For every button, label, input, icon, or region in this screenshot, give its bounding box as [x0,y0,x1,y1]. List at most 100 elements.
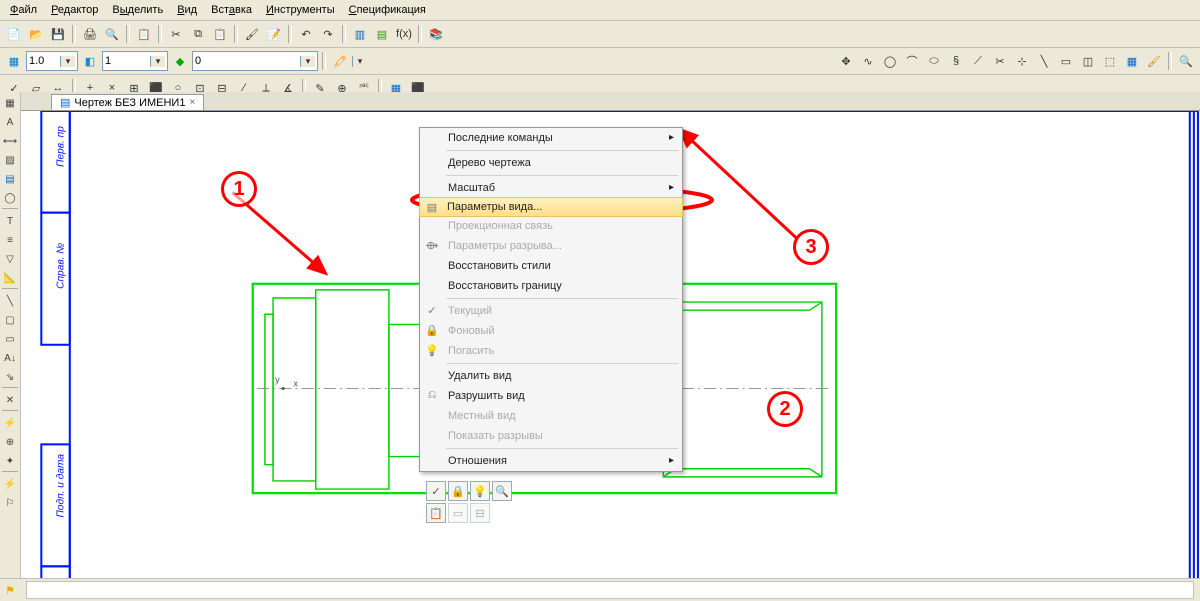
side-label-2: Справ. № [56,243,67,289]
ctx-view-params[interactable]: ▤Параметры вида... [419,197,683,217]
paint-dd[interactable]: ▾ [352,56,367,67]
3d1-icon[interactable]: ◫ [1078,51,1098,71]
lib-button[interactable]: 📚 [426,24,446,44]
ctx-drawing-tree[interactable]: Дерево чертежа [420,153,682,173]
ctx-projection-link: Проекционная связь [420,216,682,236]
zoom-out-icon[interactable]: 🔍 [1176,51,1196,71]
left-toolbar-1: ▦ A ⟷ ▨ ▤ ◯ T ≡ ▽ 📐 ╲ ▢ ▭ A↓ ⇘ ✕ ⚡ ⊕ ✦ ⚡… [0,92,21,579]
vt-grid-icon[interactable]: ▦ [1,94,19,112]
current-icon: ✓ [424,304,440,320]
ctx-relations[interactable]: Отношения [420,451,682,471]
vt-view-icon[interactable]: ◯ [1,189,19,207]
vt-bolt2-icon[interactable]: ⚡ [1,475,19,493]
spline-icon[interactable]: § [946,51,966,71]
vt-flag-icon[interactable]: ⚐ [1,494,19,512]
brush-button[interactable]: 🖌 [242,24,262,44]
vt-line-icon[interactable]: ╲ [1,292,19,310]
menu-spec[interactable]: Спецификация [343,2,432,18]
undo-button[interactable]: ↶ [296,24,316,44]
callout-3: 3 [793,229,829,265]
layer-combo[interactable]: 1▾ [102,51,168,71]
vt-al-icon[interactable]: A↓ [1,349,19,367]
view-combo[interactable]: 0▾ [192,51,318,71]
path-icon[interactable]: ⟋ [968,51,988,71]
zoom-brush-icon[interactable]: 🖌 [1144,51,1164,71]
line-weight-combo[interactable]: 1.0▾ [26,51,78,71]
floating-view-tools: ✓ 🔒 💡 🔍 📋 ▭ ⊟ [426,481,512,523]
canvas[interactable]: Перв. пр Справ. № Подп. и дата [21,111,1200,579]
ctx-restore-border[interactable]: Восстановить границу [420,276,682,296]
line-icon[interactable]: ╲ [1034,51,1054,71]
ctx-scale[interactable]: Масштаб [420,178,682,198]
workarea: ▦ A ⟷ ▨ ▤ ◯ T ≡ ▽ 📐 ╲ ▢ ▭ A↓ ⇘ ✕ ⚡ ⊕ ✦ ⚡… [0,92,1200,579]
print-button[interactable]: 🖨 [80,24,100,44]
circle-icon[interactable]: ◯ [880,51,900,71]
ctx-delete-view[interactable]: Удалить вид [420,366,682,386]
manager-button[interactable]: ▥ [350,24,370,44]
save-button[interactable]: 💾 [48,24,68,44]
redo-button[interactable]: ↷ [318,24,338,44]
vt-hatch-icon[interactable]: ▨ [1,151,19,169]
ft-check-icon[interactable]: ✓ [426,481,446,501]
rect-icon[interactable]: ▭ [1056,51,1076,71]
vt-rect-icon[interactable]: ▭ [1,330,19,348]
layer-icon[interactable]: ◧ [80,51,100,71]
vt-struct-icon[interactable]: ≡ [1,231,19,249]
copy-button[interactable]: ⧉ [188,24,208,44]
3d2-icon[interactable]: ⬚ [1100,51,1120,71]
ft-frame2-icon[interactable]: ⊟ [470,503,490,523]
snap1-icon[interactable]: ⊹ [1012,51,1032,71]
grid-icon[interactable]: ▦ [4,51,24,71]
view-icon[interactable]: ▦ [1122,51,1142,71]
menu-insert[interactable]: Вставка [205,2,258,18]
ft-bulb-icon[interactable]: 💡 [470,481,490,501]
vt-caliper-icon[interactable]: 📐 [1,269,19,287]
vt-tri-icon[interactable]: ▽ [1,250,19,268]
vt-bolt-icon[interactable]: ⚡ [1,414,19,432]
open-button[interactable]: 📂 [26,24,46,44]
vars-button[interactable]: f(x) [394,24,414,44]
vt-square-icon[interactable]: ▢ [1,311,19,329]
arc-icon[interactable]: ⌒ [902,51,922,71]
paste-button[interactable]: 📋 [210,24,230,44]
vt-dim-icon[interactable]: ⟷ [1,132,19,150]
vt-x-icon[interactable]: ✕ [1,391,19,409]
ctx-recent-commands[interactable]: Последние команды [420,128,682,148]
cut-button[interactable]: ✂ [166,24,186,44]
menu-select[interactable]: Выделить [106,2,169,18]
trim-icon[interactable]: ✂ [990,51,1010,71]
ft-props-icon[interactable]: 📋 [426,503,446,523]
menu-view[interactable]: Вид [171,2,203,18]
vt-table-icon[interactable]: ▤ [1,170,19,188]
vt-hand-icon[interactable]: ⇘ [1,368,19,386]
status-flag-icon[interactable]: ⚑ [0,580,20,600]
ctx-destroy-view[interactable]: ⎌Разрушить вид [420,386,682,406]
menu-editor[interactable]: Редактор [45,2,104,18]
new-button[interactable]: 📄 [4,24,24,44]
vt-star-icon[interactable]: ✦ [1,452,19,470]
ft-lock-icon[interactable]: 🔒 [448,481,468,501]
vt-text-icon[interactable]: A [1,113,19,131]
layers-button[interactable]: ▤ [372,24,392,44]
ft-zoom-icon[interactable]: 🔍 [492,481,512,501]
ellipse-icon[interactable]: ⬭ [924,51,944,71]
bulb-icon: 💡 [424,344,440,360]
svg-text:y: y [275,374,280,384]
pan-icon[interactable]: ✥ [836,51,856,71]
ft-frame1-icon[interactable]: ▭ [448,503,468,523]
paint-icon[interactable]: 🖍 [330,51,350,71]
tab-close-icon[interactable]: × [189,97,195,108]
document-tab[interactable]: ▤ Чертеж БЕЗ ИМЕНИ1 × [51,94,204,110]
menu-file[interactable]: ФФайлайл [4,2,43,18]
curve1-icon[interactable]: ∿ [858,51,878,71]
layer-btn[interactable]: ◆ [170,51,190,71]
ctx-restore-styles[interactable]: Восстановить стили [420,256,682,276]
preview-button[interactable]: 🔍 [102,24,122,44]
command-input[interactable] [26,581,1194,599]
doc-button[interactable]: 📋 [134,24,154,44]
vt-t-icon[interactable]: T [1,212,19,230]
vt-plus-icon[interactable]: ⊕ [1,433,19,451]
menu-tools[interactable]: Инструменты [260,2,341,18]
props-button[interactable]: 📝 [264,24,284,44]
side-label-3: Подп. и дата [56,454,67,518]
